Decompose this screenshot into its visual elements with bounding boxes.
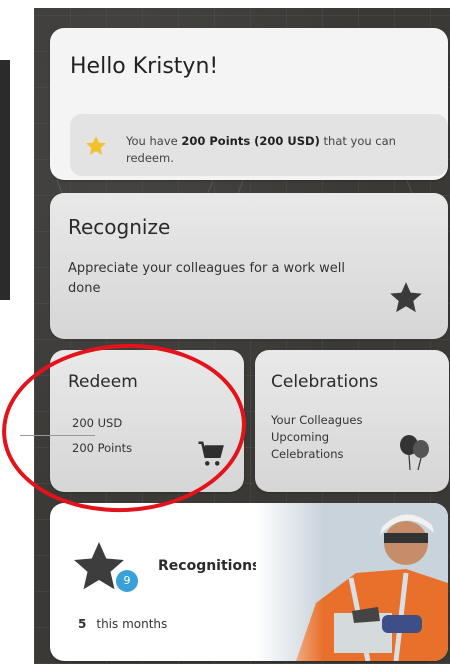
month-count-label: this months: [96, 617, 168, 631]
recognitions-badge: 9: [116, 570, 138, 592]
background-panel-left: [0, 60, 10, 300]
celebrations-description: Your Colleagues Upcoming Celebrations: [271, 413, 363, 461]
star-icon: [86, 136, 106, 155]
points-prefix: You have: [126, 134, 182, 148]
recognitions-month-count: 5 this months: [78, 617, 167, 631]
greeting-title: Hello Kristyn!: [70, 54, 219, 79]
recognize-card[interactable]: Recognize Appreciate your colleagues for…: [50, 193, 448, 339]
celebrations-title: Celebrations: [271, 372, 379, 392]
month-count-value: 5: [78, 617, 87, 631]
recognize-description: Appreciate your colleagues for a work we…: [68, 261, 346, 296]
celebrations-card[interactable]: Celebrations Your Colleagues Upcoming Ce…: [255, 350, 449, 492]
recognize-title: Recognize: [68, 215, 171, 239]
worker-photo: [256, 503, 448, 661]
points-summary: You have 200 Points (200 USD) that you c…: [70, 114, 448, 176]
recognitions-card[interactable]: 9 Recognitions experienced 5this months: [50, 503, 448, 661]
star-icon: [390, 282, 422, 313]
greeting-card: Hello Kristyn! You have 200 Points (200 …: [50, 28, 448, 180]
points-text: You have 200 Points (200 USD) that you c…: [126, 133, 406, 167]
balloons-icon: [400, 435, 429, 471]
points-amount: 200 Points (200 USD): [181, 134, 320, 148]
